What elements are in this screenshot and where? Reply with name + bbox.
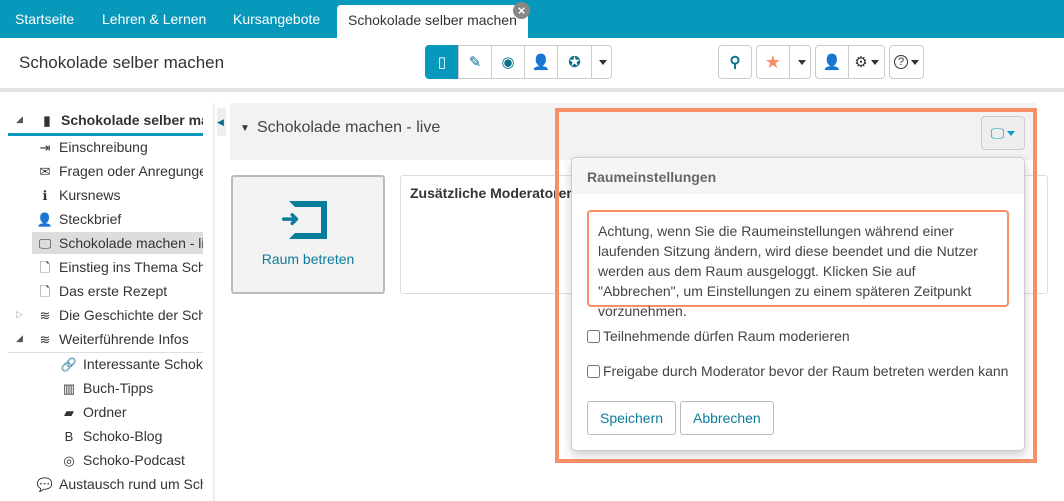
envelope-icon: ✉ [39, 164, 51, 179]
folder-icon: ▰ [64, 405, 74, 420]
user-globe-icon[interactable]: 👤 [815, 45, 849, 79]
enter-icon: ➜ [281, 201, 327, 239]
gears-icon[interactable]: ⚙ [848, 45, 885, 79]
forum-icon: 💬 [36, 477, 54, 492]
link-icon: 🔗 [60, 357, 78, 372]
room-settings-button[interactable]: 🖵 [981, 116, 1025, 150]
tab-lehren-lernen[interactable]: Lehren & Lernen [102, 11, 206, 27]
book-icon[interactable]: ▯ [425, 45, 459, 79]
star-icon[interactable]: ★ [756, 45, 790, 79]
sidebar-item[interactable]: ◎ Schoko-Podcast [59, 449, 203, 471]
more-dropdown-button[interactable] [591, 45, 612, 79]
sidebar-item-active[interactable]: 🖵Schokolade machen - live [32, 232, 203, 254]
top-navigation: Startseite Lehren & Lernen Kursangebote … [0, 0, 1064, 38]
search-icon[interactable]: ⚲ [718, 45, 752, 79]
cancel-button[interactable]: Abbrechen [680, 401, 774, 435]
pencil-icon[interactable]: ✎ [458, 45, 492, 79]
sidebar-item[interactable]: ▰ Ordner [59, 401, 203, 423]
collapse-caret-icon[interactable]: ▼ [240, 123, 250, 134]
expanded-icon[interactable]: ◢ [16, 333, 23, 344]
tab-startseite[interactable]: Startseite [15, 11, 74, 27]
node-title: Schokolade machen - live [257, 119, 441, 136]
collapsed-icon[interactable]: ▷ [16, 309, 23, 320]
expanded-icon: ◢ [16, 114, 23, 124]
enter-room-button[interactable]: ➜ Raum betreten [231, 175, 385, 294]
page-icon: 🗋 [39, 284, 51, 299]
save-button[interactable]: Speichern [587, 401, 677, 435]
popover-title: Raumeinstellungen [572, 158, 1024, 194]
sidebar-border [213, 103, 215, 501]
sidebar-item[interactable]: B Schoko-Blog [59, 425, 203, 447]
page-title: Schokolade selber machen [19, 53, 225, 72]
layers-icon: ≋ [39, 332, 51, 347]
approval-checkbox-input[interactable] [587, 364, 600, 378]
sidebar-item[interactable]: ℹ Kursnews [35, 184, 203, 206]
preview-icon[interactable]: ◉ [491, 45, 525, 79]
favorite-dropdown-button[interactable] [789, 45, 811, 79]
collapse-sidebar-handle[interactable]: ◀ [217, 108, 226, 136]
monitor-gear-icon: 🖵 [990, 124, 1005, 141]
books-icon: ▥ [62, 381, 76, 396]
sidebar-item[interactable]: 🔗Interessante Schokoladenseiten [59, 353, 203, 375]
moderate-checkbox-input[interactable] [587, 329, 600, 343]
sidebar-item[interactable]: ≋ Weiterführende Infos [35, 328, 203, 350]
book-icon: ▮ [43, 113, 51, 128]
layers-icon: ≋ [39, 308, 51, 323]
page-icon: 🗋 [39, 260, 51, 275]
help-icon[interactable]: ? [889, 45, 924, 79]
sidebar-item[interactable]: 💬Austausch rund um Schokolade [35, 473, 203, 495]
monitor-icon: 🖵 [38, 236, 52, 251]
tab-course[interactable]: Schokolade selber machen [337, 5, 528, 38]
info-icon: ℹ [42, 188, 48, 203]
sidebar-item[interactable]: ⇥ Einschreibung [35, 136, 203, 158]
header-divider [0, 88, 1064, 92]
sidebar-item[interactable]: 👤 Steckbrief [35, 208, 203, 230]
enter-icon: ⇥ [39, 140, 51, 155]
warning-message: Achtung, wenn Sie die Raumeinstellungen … [587, 210, 1009, 319]
sidebar-item[interactable]: ▥ Buch-Tipps [59, 377, 203, 399]
sidebar-item[interactable]: ✉ Fragen oder Anregungen [35, 160, 203, 182]
user-icon: 👤 [36, 212, 54, 227]
podcast-icon: ◎ [63, 453, 75, 468]
sidebar-root[interactable]: ▮Schokolade selber machen [37, 109, 203, 131]
members-icon[interactable]: 👤 [524, 45, 558, 79]
assessment-icon[interactable]: ✪ [557, 45, 592, 79]
blog-icon: B [64, 429, 74, 444]
approval-checkbox[interactable]: Freigabe durch Moderator bevor der Raum … [587, 363, 1008, 379]
sidebar-item[interactable]: 🗋 Das erste Rezept [35, 280, 203, 302]
sidebar-item[interactable]: ≋Die Geschichte der Schokolade [35, 304, 203, 326]
room-settings-popover: Raumeinstellungen Achtung, wenn Sie die … [571, 157, 1025, 451]
moderate-checkbox[interactable]: Teilnehmende dürfen Raum moderieren [587, 328, 850, 344]
caret-down-icon [599, 59, 607, 65]
close-tab-icon[interactable]: × [513, 2, 530, 19]
sidebar-item[interactable]: 🗋Einstieg ins Thema Schokolade [35, 256, 203, 278]
tab-kursangebote[interactable]: Kursangebote [233, 11, 320, 27]
